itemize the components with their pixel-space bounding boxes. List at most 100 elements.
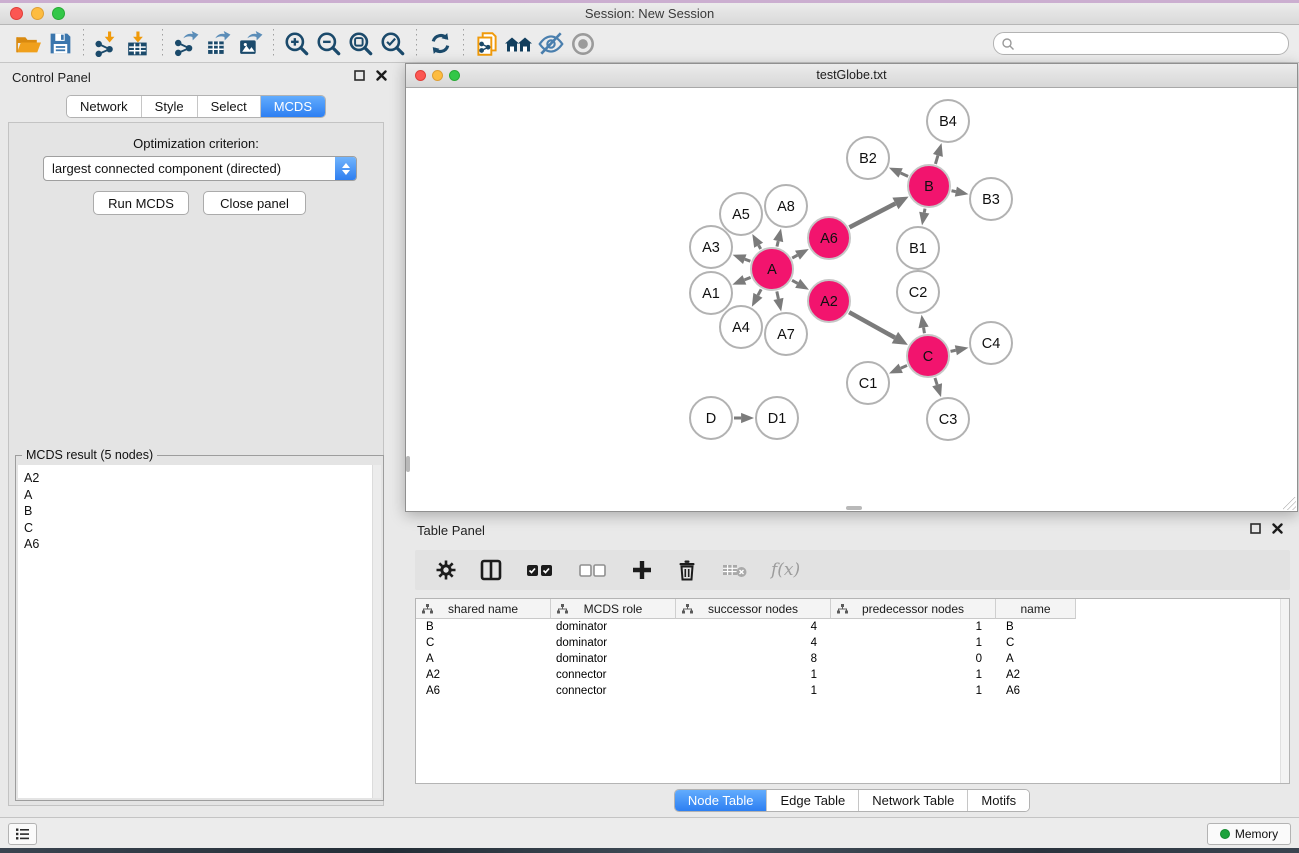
table-row[interactable]: Adominator80A — [416, 651, 1289, 667]
task-history-button[interactable] — [8, 823, 37, 845]
column-header-shared-name[interactable]: shared name — [416, 599, 551, 619]
zoom-out-button[interactable] — [313, 28, 345, 60]
graph-edge-arrowhead — [955, 187, 969, 197]
table-scrollbar[interactable] — [1280, 599, 1289, 783]
table-settings-button[interactable] — [434, 558, 458, 582]
window-resize-grip[interactable] — [1283, 497, 1296, 510]
graph-edge-B-B1[interactable] — [924, 209, 925, 213]
column-header-predecessor-nodes[interactable]: predecessor nodes — [831, 599, 996, 619]
canvas-vertical-scroll-thumb[interactable] — [406, 456, 410, 472]
graph-edge-A-A4[interactable] — [758, 289, 761, 295]
tab-style[interactable]: Style — [141, 96, 197, 117]
tab-mcds[interactable]: MCDS — [260, 96, 325, 117]
table-cell: A2 — [996, 669, 1076, 681]
show-hidden-button[interactable] — [567, 28, 599, 60]
deselect-all-columns-button[interactable] — [577, 558, 609, 582]
canvas-horizontal-scroll-thumb[interactable] — [846, 506, 862, 510]
graph-edge-C-C4[interactable] — [951, 350, 956, 351]
import-network-button[interactable] — [91, 28, 123, 60]
mcds-result-item[interactable]: C — [18, 520, 381, 537]
save-session-button[interactable] — [44, 28, 76, 60]
table-row[interactable]: Cdominator41C — [416, 635, 1289, 651]
run-mcds-button[interactable]: Run MCDS — [93, 191, 189, 215]
graph-edge-C-C3[interactable] — [935, 378, 937, 385]
select-all-columns-button[interactable] — [524, 558, 556, 582]
graph-edge-A-A7[interactable] — [777, 291, 779, 298]
tab-motifs[interactable]: Motifs — [967, 790, 1029, 811]
import-table-button[interactable] — [123, 28, 155, 60]
houses-icon — [504, 30, 534, 57]
graph-edge-A-A6[interactable] — [792, 255, 797, 258]
column-header-MCDS-role[interactable]: MCDS role — [551, 599, 676, 619]
graph-edge-A-A2[interactable] — [792, 280, 798, 283]
graph-edge-arrowhead — [933, 143, 943, 157]
column-header-name[interactable]: name — [996, 599, 1076, 619]
graph-edge-A-A5[interactable] — [759, 245, 761, 249]
function-builder-button[interactable]: f(x) — [771, 560, 800, 580]
tab-select[interactable]: Select — [197, 96, 260, 117]
graph-edge-A6-B[interactable] — [849, 203, 895, 227]
table-cell: B — [996, 621, 1076, 633]
zoom-selected-icon — [379, 30, 407, 58]
open-session-button[interactable] — [12, 28, 44, 60]
graph-node-label: B4 — [939, 114, 957, 130]
graph-edge-B-B2[interactable] — [901, 173, 908, 176]
table-row[interactable]: A2connector11A2 — [416, 667, 1289, 683]
tab-network[interactable]: Network — [67, 96, 141, 117]
hide-selected-button[interactable] — [535, 28, 567, 60]
close-table-panel-icon[interactable] — [1272, 523, 1283, 534]
table-row[interactable]: A6connector11A6 — [416, 683, 1289, 699]
table-row[interactable]: Bdominator41B — [416, 619, 1289, 635]
graph-edge-A-A8[interactable] — [777, 241, 778, 247]
graph-edge-arrowhead — [773, 228, 783, 242]
table-panel-title: Table Panel — [417, 523, 485, 538]
optimization-criterion-dropdown[interactable]: largest connected component (directed) — [43, 156, 357, 181]
column-chooser-button[interactable] — [479, 558, 503, 582]
app-titlebar: Session: New Session — [0, 3, 1299, 25]
column-header-successor-nodes[interactable]: successor nodes — [676, 599, 831, 619]
clone-network-button[interactable] — [471, 28, 503, 60]
mcds-list-scrollbar[interactable] — [372, 465, 381, 798]
mcds-result-item[interactable]: A2 — [18, 465, 381, 487]
float-table-panel-icon[interactable] — [1250, 523, 1261, 534]
close-panel-icon[interactable] — [376, 70, 387, 81]
graph-edge-B-B3[interactable] — [952, 191, 956, 192]
network-window-titlebar[interactable]: testGlobe.txt — [406, 64, 1297, 88]
tab-network-table[interactable]: Network Table — [858, 790, 967, 811]
graph-edge-A2-C[interactable] — [849, 312, 895, 337]
memory-button[interactable]: Memory — [1207, 823, 1291, 845]
export-image-button[interactable] — [234, 28, 266, 60]
network-view-window: testGlobe.txt B4B2BB3A8A5A6A3B1AC2A1A2A4… — [405, 63, 1298, 512]
zoom-fit-button[interactable] — [345, 28, 377, 60]
zoom-in-button[interactable] — [281, 28, 313, 60]
mcds-result-item[interactable]: B — [18, 503, 381, 520]
graph-edge-C-C2[interactable] — [924, 327, 925, 333]
tab-node-table[interactable]: Node Table — [675, 790, 767, 811]
table-cell: B — [416, 621, 551, 633]
network-graph-svg[interactable]: B4B2BB3A8A5A6A3B1AC2A1A2A4A7C4CC1C3DD1 — [406, 88, 1297, 511]
tab-edge-table[interactable]: Edge Table — [766, 790, 858, 811]
graph-edge-C-C1[interactable] — [901, 365, 907, 368]
float-panel-icon[interactable] — [354, 70, 365, 81]
zoom-in-icon — [283, 30, 311, 58]
dropdown-stepper-icon — [335, 157, 356, 180]
mcds-result-item[interactable]: A — [18, 487, 381, 504]
delete-table-button[interactable] — [720, 558, 750, 582]
delete-column-button[interactable] — [675, 558, 699, 582]
table-cell: A — [416, 653, 551, 665]
table-panel-tabs: Node TableEdge TableNetwork TableMotifs — [674, 789, 1030, 812]
search-input[interactable] — [1015, 35, 1288, 53]
show-all-nodes-button[interactable] — [503, 28, 535, 60]
graph-edge-B-B4[interactable] — [935, 155, 937, 163]
mcds-result-item[interactable]: A6 — [18, 536, 381, 553]
graph-edge-arrowhead — [732, 275, 746, 285]
graph-edge-A-A3[interactable] — [745, 259, 751, 261]
graph-edge-A-A1[interactable] — [744, 277, 750, 279]
export-table-button[interactable] — [202, 28, 234, 60]
close-panel-button[interactable]: Close panel — [203, 191, 306, 215]
add-column-button[interactable] — [630, 558, 654, 582]
zoom-selected-button[interactable] — [377, 28, 409, 60]
refresh-view-button[interactable] — [424, 28, 456, 60]
export-network-button[interactable] — [170, 28, 202, 60]
network-canvas[interactable]: B4B2BB3A8A5A6A3B1AC2A1A2A4A7C4CC1C3DD1 — [406, 88, 1297, 511]
